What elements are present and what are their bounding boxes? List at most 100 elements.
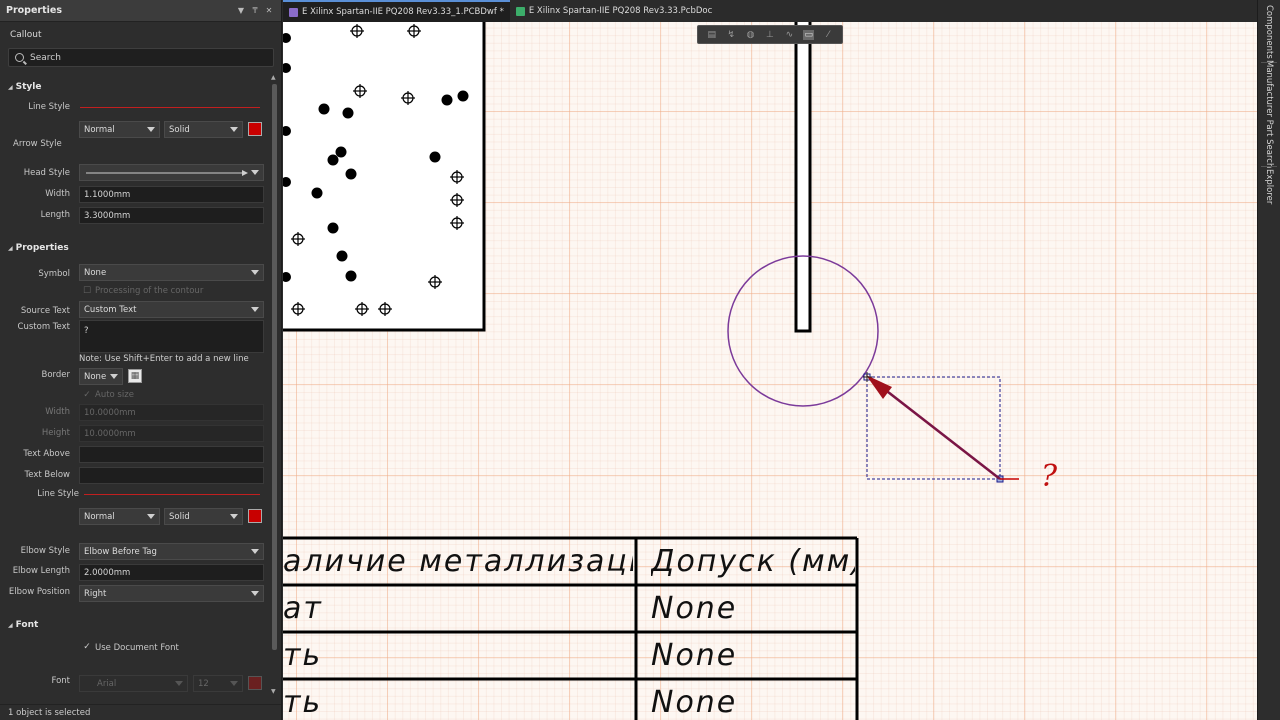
- pin-icon[interactable]: ₸: [249, 6, 261, 15]
- drill-hole-symbol: [327, 222, 339, 234]
- line-color-swatch[interactable]: [248, 122, 262, 136]
- chevron-down-icon: [251, 549, 259, 554]
- panel-header: Properties ▼ ₸ ✕: [0, 0, 281, 22]
- text-above-label: Text Above: [23, 449, 70, 459]
- drill-hole-symbol: [327, 154, 339, 166]
- table-cell: ат: [283, 591, 323, 626]
- properties-panel: Properties ▼ ₸ ✕ Callout ◢ Style Line St…: [0, 0, 282, 720]
- line-style-label: Line Style: [28, 102, 70, 112]
- scroll-down-arrow-icon[interactable]: ▼: [271, 688, 276, 695]
- panel-scrollbar[interactable]: [272, 84, 277, 650]
- font-family-value: Arial: [97, 678, 117, 689]
- callout-height-label: Height: [41, 428, 70, 438]
- line-type-value: Solid: [169, 124, 190, 135]
- elbow-position-dropdown[interactable]: Right: [79, 585, 264, 602]
- drill-hole-symbol: [318, 103, 330, 115]
- route-icon[interactable]: ↯: [726, 30, 737, 40]
- callout-width-input[interactable]: 10.0000mm: [79, 404, 264, 421]
- line-icon[interactable]: ∿: [784, 30, 795, 40]
- use-document-font-label: Use Document Font: [95, 643, 179, 653]
- tab-pcbdoc[interactable]: E Xilinx Spartan-IIE PQ208 Rev3.33.PcbDo…: [510, 0, 718, 22]
- search-box[interactable]: [8, 48, 274, 67]
- divider: [1261, 166, 1277, 167]
- elbow-line-color-swatch[interactable]: [248, 509, 262, 523]
- draw-icon[interactable]: ⁄: [823, 30, 834, 40]
- border-label: Border: [41, 370, 71, 380]
- arrow-style-label: Arrow Style: [13, 139, 62, 149]
- arrow-width-input[interactable]: 1.1000mm: [79, 186, 264, 203]
- custom-text-label: Custom Text: [17, 322, 70, 332]
- section-font[interactable]: ◢ Font: [0, 617, 270, 633]
- callout-leader-line[interactable]: [878, 384, 1001, 480]
- callout-height-input[interactable]: 10.0000mm: [79, 425, 264, 442]
- symbol-dropdown[interactable]: None: [79, 264, 264, 281]
- text-above-input[interactable]: [79, 446, 264, 463]
- elbow-line-style-preview: [84, 494, 260, 495]
- align-icon[interactable]: ▤: [706, 30, 717, 40]
- arrow-width-label: Width: [45, 189, 70, 199]
- right-dock-panel: Components Manufacturer Part Search Expl…: [1257, 0, 1280, 720]
- section-properties-title: Properties: [15, 243, 69, 253]
- tab-manufacturer-part-search-label: Manufacturer Part Search: [1264, 59, 1274, 169]
- search-input[interactable]: [30, 52, 260, 63]
- elbow-line-weight-dropdown[interactable]: Normal: [79, 508, 160, 525]
- chevron-down-icon: [251, 307, 259, 312]
- arrow-length-label: Length: [40, 210, 70, 220]
- elbow-position-label: Elbow Position: [8, 587, 70, 597]
- section-properties[interactable]: ◢ Properties: [0, 240, 270, 256]
- drill-hole-symbol: [342, 107, 354, 119]
- scroll-up-arrow-icon[interactable]: ▲: [271, 74, 276, 81]
- processing-checkbox[interactable]: ☐: [82, 286, 92, 296]
- elbow-style-dropdown[interactable]: Elbow Before Tag: [79, 543, 264, 560]
- tab-explorer[interactable]: Explorer: [1261, 168, 1277, 206]
- panel-title: Properties: [6, 5, 62, 16]
- tab-pcbdwf[interactable]: E Xilinx Spartan-IIE PQ208 Rev3.33_1.PCB…: [283, 0, 510, 22]
- arrow-length-input[interactable]: 3.3000mm: [79, 207, 264, 224]
- collapse-triangle-icon: ◢: [8, 621, 13, 629]
- section-style[interactable]: ◢ Style: [0, 79, 270, 95]
- table-cell: None: [651, 591, 738, 626]
- head-style-dropdown[interactable]: [79, 164, 264, 181]
- elbow-line-type-dropdown[interactable]: Solid: [164, 508, 243, 525]
- font-size-dropdown[interactable]: 12: [193, 675, 243, 692]
- text-below-input[interactable]: [79, 467, 264, 484]
- font-color-swatch[interactable]: [248, 676, 262, 690]
- pcb-doc-icon: [515, 6, 525, 16]
- font-size-value: 12: [198, 678, 209, 689]
- chevron-down-icon: [230, 127, 238, 132]
- elbow-line-style-label: Line Style: [37, 489, 79, 499]
- place-icon[interactable]: ◍: [745, 30, 756, 40]
- line-style-preview: [80, 107, 260, 108]
- pcb-drawing-icon: [289, 7, 298, 17]
- callout-text[interactable]: ?: [1041, 459, 1057, 494]
- drawing-canvas[interactable]: ? аличие металлизации Допуск (мм) ат Non…: [283, 22, 1257, 720]
- tab-manufacturer-part-search[interactable]: Manufacturer Part Search: [1261, 60, 1277, 168]
- custom-text-input[interactable]: ?: [79, 320, 264, 353]
- auto-size-checkbox[interactable]: ✓: [82, 390, 92, 400]
- auto-size-label: Auto size: [95, 390, 134, 400]
- font-family-dropdown[interactable]: Arial: [79, 675, 188, 692]
- border-style-button[interactable]: ▦: [128, 369, 142, 383]
- line-type-dropdown[interactable]: Solid: [164, 121, 243, 138]
- elbow-length-input[interactable]: 2.0000mm: [79, 564, 264, 581]
- search-icon: [15, 53, 24, 62]
- use-document-font-checkbox[interactable]: ✓: [82, 642, 92, 652]
- panel-object-type: Callout: [10, 30, 42, 40]
- source-text-dropdown[interactable]: Custom Text: [79, 301, 264, 318]
- table-cell: ть: [283, 638, 323, 673]
- text-icon[interactable]: ▭: [803, 29, 815, 40]
- elbow-length-label: Elbow Length: [12, 566, 70, 576]
- line-weight-dropdown[interactable]: Normal: [79, 121, 160, 138]
- chevron-down-icon: [175, 681, 183, 686]
- symbol-value: None: [84, 267, 107, 278]
- tab-components[interactable]: Components: [1261, 4, 1277, 60]
- dimension-icon[interactable]: ⊥: [764, 30, 775, 40]
- dropdown-icon[interactable]: ▼: [235, 6, 247, 15]
- callout-arrowhead[interactable]: [866, 375, 892, 399]
- border-dropdown[interactable]: None: [79, 368, 123, 385]
- close-icon[interactable]: ✕: [263, 6, 275, 15]
- section-style-title: Style: [15, 82, 42, 92]
- chevron-down-icon: [147, 514, 155, 519]
- elbow-line-type-value: Solid: [169, 511, 190, 522]
- chevron-down-icon: [251, 170, 259, 175]
